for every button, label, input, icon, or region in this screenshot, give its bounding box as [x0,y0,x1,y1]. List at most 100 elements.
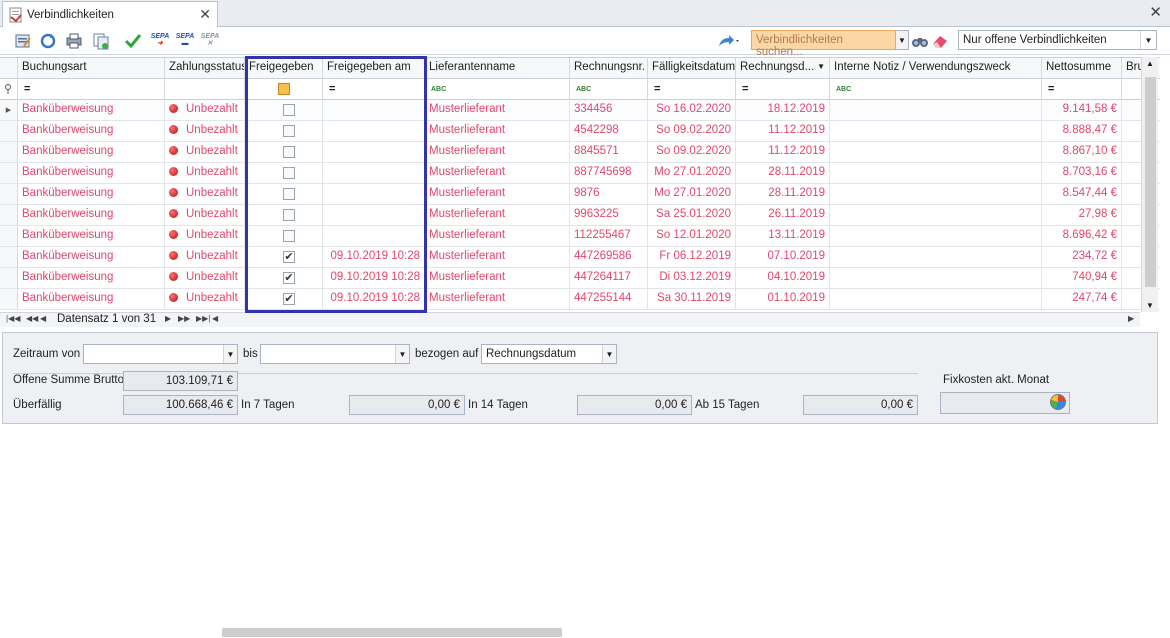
cell-lieferant[interactable]: Musterlieferant [425,247,570,268]
row-indicator[interactable] [0,184,18,205]
sepa-list-icon[interactable]: SEPA ▬ [174,30,196,50]
cell-notiz[interactable] [830,163,1042,184]
table-row[interactable]: Banküberweisung Unbezahlt Musterlieferant 4… [0,121,1160,142]
scroll-right-icon[interactable]: ▶ [1128,314,1134,323]
cell-rechnungsdatum[interactable]: 28.11.2019 [736,163,830,184]
cell-lieferant[interactable]: Musterlieferant [425,268,570,289]
refresh-icon[interactable] [37,31,59,51]
cell-rechnungsdatum[interactable]: 04.10.2019 [736,268,830,289]
cell-netto[interactable]: 8.696,42 € [1042,226,1122,247]
next-record-icon[interactable]: ▶ [165,314,171,323]
freigegeben-checkbox[interactable] [283,104,295,116]
table-row[interactable]: Banküberweisung Unbezahlt Musterlieferant 9… [0,184,1160,205]
cell-buchungsart[interactable]: Banküberweisung [18,163,165,184]
share-arrow-icon[interactable] [716,31,742,51]
cell-netto[interactable]: 8.547,44 € [1042,184,1122,205]
cell-netto[interactable]: 27,98 € [1042,205,1122,226]
scroll-thumb[interactable] [1145,77,1156,287]
cell-buchungsart[interactable]: Banküberweisung [18,184,165,205]
cell-netto[interactable]: 247,74 € [1042,289,1122,310]
cell-status[interactable]: Unbezahlt [165,289,245,310]
eraser-icon[interactable] [929,31,951,51]
filter-cell-rechnungsdatum[interactable]: = [736,79,830,100]
column-header-freigegeben-am[interactable]: Freigegeben am [323,58,425,79]
checkmark-icon[interactable] [122,31,144,51]
cell-faellig[interactable]: Sa 25.01.2020 [648,205,736,226]
cell-freigegeben-am[interactable] [323,163,425,184]
row-indicator[interactable]: ▶ [0,100,18,121]
freigegeben-checkbox[interactable]: ✔ [283,293,295,305]
column-header-lieferantenname[interactable]: Lieferantenname [425,58,570,79]
cell-rechnungsdatum[interactable]: 11.12.2019 [736,121,830,142]
filter-cell-freigegeben[interactable] [245,79,323,100]
freigegeben-checkbox[interactable] [283,209,295,221]
table-row[interactable]: ▶ Banküberweisung Unbezahlt Musterlieferant… [0,100,1160,121]
cell-netto[interactable]: 9.141,58 € [1042,100,1122,121]
cell-notiz[interactable] [830,100,1042,121]
cell-rechnungsnr[interactable]: 9876 [570,184,648,205]
filter-cell-notiz[interactable]: ABC [830,79,1042,100]
freigegeben-checkbox[interactable] [283,125,295,137]
cell-rechnungsnr[interactable]: 447255144 [570,289,648,310]
cell-rechnungsnr[interactable]: 447264117 [570,268,648,289]
cell-rechnungsnr[interactable]: 112255467 [570,226,648,247]
date-to-input[interactable]: ▼ [260,344,410,364]
cell-freigegeben-am[interactable] [323,121,425,142]
pie-chart-icon[interactable] [1050,394,1066,410]
prev-record-icon[interactable]: ◀ [40,314,46,323]
cell-netto[interactable]: 8.703,16 € [1042,163,1122,184]
cell-notiz[interactable] [830,226,1042,247]
scroll-left-icon[interactable]: ◀ [212,314,218,323]
cell-notiz[interactable] [830,184,1042,205]
cell-status[interactable]: Unbezahlt [165,268,245,289]
edit-icon[interactable] [12,31,34,51]
table-row[interactable]: Banküberweisung Unbezahlt Musterlieferant 8… [0,163,1160,184]
row-indicator[interactable] [0,268,18,289]
search-dropdown-icon[interactable]: ▼ [895,30,909,50]
chevron-down-icon[interactable]: ▼ [395,345,409,363]
cell-status[interactable]: Unbezahlt [165,226,245,247]
cell-rechnungsdatum[interactable]: 18.12.2019 [736,100,830,121]
cell-rechnungsdatum[interactable]: 01.10.2019 [736,289,830,310]
cell-lieferant[interactable]: Musterlieferant [425,184,570,205]
cell-rechnungsdatum[interactable]: 26.11.2019 [736,205,830,226]
column-header-rechnungsnr[interactable]: Rechnungsnr. [570,58,648,79]
cell-buchungsart[interactable]: Banküberweisung [18,142,165,163]
filter-cell-rechnungsnr[interactable]: ABC [570,79,648,100]
cell-notiz[interactable] [830,205,1042,226]
horizontal-scroll-thumb[interactable] [222,628,562,637]
cell-rechnungsnr[interactable]: 447269586 [570,247,648,268]
column-header-zahlungsstatus[interactable]: Zahlungsstatus [165,58,245,79]
cell-faellig[interactable]: Fr 06.12.2019 [648,247,736,268]
chevron-down-icon[interactable]: ▼ [602,345,616,363]
row-indicator[interactable] [0,289,18,310]
cell-rechnungsdatum[interactable]: 11.12.2019 [736,142,830,163]
last-record-icon[interactable]: ▶▶| [196,314,210,323]
cell-freigegeben-am[interactable] [323,226,425,247]
row-indicator[interactable] [0,226,18,247]
filter-cell-lieferantenname[interactable]: ABC [425,79,570,100]
column-header-freigegeben[interactable]: Freigegeben [245,58,323,79]
cell-netto[interactable]: 8.867,10 € [1042,142,1122,163]
cell-lieferant[interactable]: Musterlieferant [425,100,570,121]
freigegeben-checkbox[interactable] [283,167,295,179]
table-row[interactable]: Banküberweisung Unbezahlt ✔ 09.10.2019 10:2… [0,268,1160,289]
filter-cell-freigegeben-am[interactable]: = [323,79,425,100]
cell-faellig[interactable]: So 09.02.2020 [648,121,736,142]
table-row[interactable]: Banküberweisung Unbezahlt ✔ 09.10.2019 10:2… [0,289,1160,310]
cell-faellig[interactable]: Mo 27.01.2020 [648,163,736,184]
cell-rechnungsdatum[interactable]: 07.10.2019 [736,247,830,268]
row-indicator[interactable] [0,205,18,226]
cell-freigegeben-am[interactable]: 09.10.2019 10:28 [323,289,425,310]
cell-netto[interactable]: 234,72 € [1042,247,1122,268]
cell-buchungsart[interactable]: Banküberweisung [18,226,165,247]
cell-faellig[interactable]: So 12.01.2020 [648,226,736,247]
binoculars-icon[interactable] [909,31,931,51]
cell-rechnungsnr[interactable]: 9963225 [570,205,648,226]
vertical-scrollbar[interactable]: ▲ ▼ [1141,57,1158,312]
cell-faellig[interactable]: So 09.02.2020 [648,142,736,163]
date-from-input[interactable]: ▼ [83,344,238,364]
cell-faellig[interactable]: Di 03.12.2019 [648,268,736,289]
cell-lieferant[interactable]: Musterlieferant [425,121,570,142]
freigegeben-checkbox[interactable] [283,230,295,242]
